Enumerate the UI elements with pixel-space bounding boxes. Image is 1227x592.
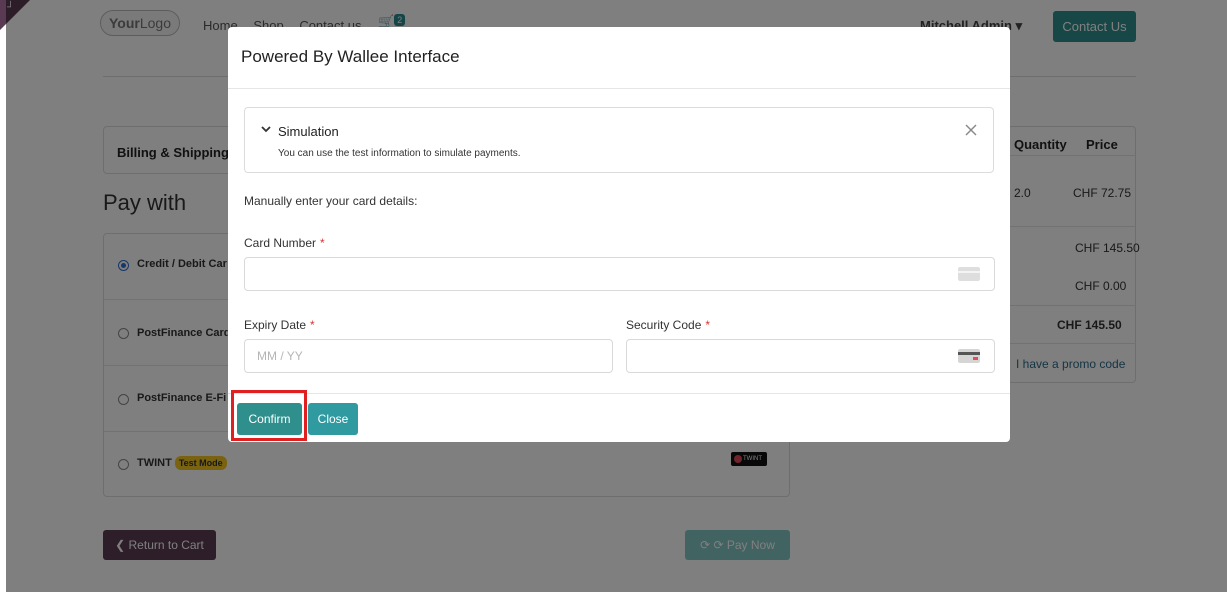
chevron-down-icon[interactable] (260, 123, 272, 135)
simulation-title[interactable]: Simulation (278, 124, 339, 139)
simulation-panel (244, 107, 994, 173)
expiry-date-input[interactable] (244, 339, 613, 373)
simulation-description: You can use the test information to simu… (278, 148, 521, 159)
highlight-box (231, 390, 307, 441)
close-button[interactable]: Close (308, 403, 358, 435)
card-number-label: Card Number * (244, 236, 325, 250)
payment-modal (228, 27, 1010, 442)
expiry-date-label: Expiry Date * (244, 318, 315, 332)
manual-entry-text: Manually enter your card details: (244, 194, 418, 208)
modal-title: Powered By Wallee Interface (241, 47, 460, 66)
close-icon[interactable] (963, 122, 979, 138)
security-code-label: Security Code * (626, 318, 711, 332)
card-number-input[interactable] (244, 257, 995, 291)
card-icon (958, 267, 980, 281)
divider (228, 88, 1010, 89)
card-cvc-icon (958, 349, 980, 363)
security-code-input[interactable] (626, 339, 995, 373)
divider (228, 393, 1010, 394)
